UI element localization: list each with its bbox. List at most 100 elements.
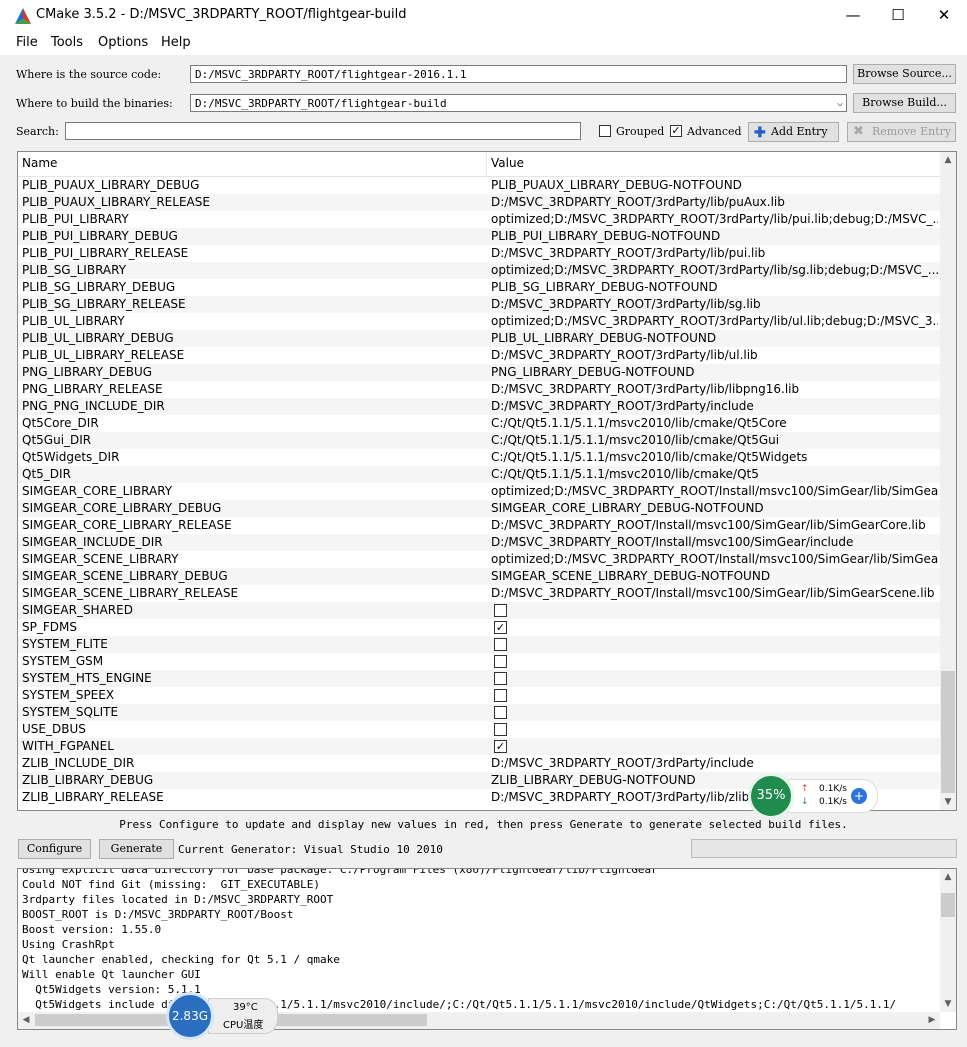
table-row[interactable]: ZLIB_INCLUDE_DIR D:/MSVC_3RDPARTY_ROOT/3r… <box>18 755 940 772</box>
table-row[interactable]: WITH_FGPANEL ✓ <box>18 738 940 755</box>
log-scroll-right-icon[interactable]: ▶ <box>924 1012 940 1028</box>
table-row[interactable]: SIMGEAR_SHARED <box>18 602 940 619</box>
cpu-widget[interactable]: 39°C CPU温度 2.83G <box>166 992 278 1040</box>
cell-value[interactable]: SIMGEAR_SCENE_LIBRARY_DEBUG-NOTFOUND <box>491 569 938 583</box>
table-row[interactable]: PLIB_PUI_LIBRARY optimized;D:/MSVC_3RDPAR… <box>18 211 940 228</box>
table-row[interactable]: PLIB_UL_LIBRARY optimized;D:/MSVC_3RDPART… <box>18 313 940 330</box>
table-row[interactable]: PLIB_PUAUX_LIBRARY_DEBUG PLIB_PUAUX_LIBRA… <box>18 177 940 194</box>
cell-value[interactable]: PLIB_SG_LIBRARY_DEBUG-NOTFOUND <box>491 280 938 294</box>
add-entry-button[interactable]: ✚ Add Entry <box>748 122 839 142</box>
cell-value[interactable]: optimized;D:/MSVC_3RDPARTY_ROOT/Install/… <box>491 552 938 566</box>
output-log[interactable]: Using explicit data directory for base p… <box>17 868 957 1030</box>
menu-tools[interactable]: Tools <box>51 35 83 50</box>
table-row[interactable]: SP_FDMS ✓ <box>18 619 940 636</box>
search-input[interactable] <box>65 122 581 140</box>
value-checkbox[interactable] <box>494 638 507 651</box>
menu-help[interactable]: Help <box>161 35 191 50</box>
build-path-combobox[interactable]: D:/MSVC_3RDPARTY_ROOT/flightgear-build ⌵ <box>190 94 847 112</box>
close-button[interactable]: ✕ <box>921 0 967 31</box>
generate-button[interactable]: Generate <box>99 839 174 859</box>
cell-value[interactable]: D:/MSVC_3RDPARTY_ROOT/Install/msvc100/Si… <box>491 535 938 549</box>
advanced-checkbox[interactable]: ✓ <box>670 125 682 137</box>
table-row[interactable]: SIMGEAR_CORE_LIBRARY_DEBUG SIMGEAR_CORE_L… <box>18 500 940 517</box>
value-checkbox[interactable] <box>494 689 507 702</box>
table-row[interactable]: PNG_PNG_INCLUDE_DIR D:/MSVC_3RDPARTY_ROOT… <box>18 398 940 415</box>
cell-value[interactable]: C:/Qt/Qt5.1.1/5.1.1/msvc2010/lib/cmake/Q… <box>491 433 938 447</box>
log-vertical-scrollbar[interactable]: ▲ ▼ <box>940 869 956 1012</box>
table-row[interactable]: SYSTEM_FLITE <box>18 636 940 653</box>
cell-value[interactable]: SIMGEAR_CORE_LIBRARY_DEBUG-NOTFOUND <box>491 501 938 515</box>
cell-value[interactable]: PNG_LIBRARY_DEBUG-NOTFOUND <box>491 365 938 379</box>
table-row[interactable]: SIMGEAR_SCENE_LIBRARY_DEBUG SIMGEAR_SCENE… <box>18 568 940 585</box>
browse-source-button[interactable]: Browse Source... <box>853 64 956 84</box>
cell-value[interactable]: optimized;D:/MSVC_3RDPARTY_ROOT/3rdParty… <box>491 314 938 328</box>
grouped-checkbox[interactable] <box>599 125 611 137</box>
cell-value[interactable]: PLIB_UL_LIBRARY_DEBUG-NOTFOUND <box>491 331 938 345</box>
table-row[interactable]: PLIB_PUI_LIBRARY_RELEASE D:/MSVC_3RDPARTY… <box>18 245 940 262</box>
table-row[interactable]: SYSTEM_SPEEX <box>18 687 940 704</box>
table-row[interactable]: PLIB_UL_LIBRARY_DEBUG PLIB_UL_LIBRARY_DEB… <box>18 330 940 347</box>
remove-entry-button[interactable]: ✖ Remove Entry <box>847 122 956 142</box>
table-row[interactable]: SYSTEM_SQLITE <box>18 704 940 721</box>
cell-value[interactable]: D:/MSVC_3RDPARTY_ROOT/3rdParty/lib/ul.li… <box>491 348 938 362</box>
table-row[interactable]: Qt5Gui_DIR C:/Qt/Qt5.1.1/5.1.1/msvc2010/l… <box>18 432 940 449</box>
cell-value[interactable]: optimized;D:/MSVC_3RDPARTY_ROOT/Install/… <box>491 484 938 498</box>
log-scroll-down-icon[interactable]: ▼ <box>940 996 956 1012</box>
scroll-down-icon[interactable]: ▼ <box>940 794 956 810</box>
cpu-frequency-circle[interactable]: 2.83G <box>166 992 214 1040</box>
table-row[interactable]: SYSTEM_HTS_ENGINE <box>18 670 940 687</box>
cell-value[interactable]: D:/MSVC_3RDPARTY_ROOT/Install/msvc100/Si… <box>491 586 938 600</box>
table-row[interactable]: PLIB_SG_LIBRARY_DEBUG PLIB_SG_LIBRARY_DEB… <box>18 279 940 296</box>
cell-value[interactable]: D:/MSVC_3RDPARTY_ROOT/3rdParty/lib/libpn… <box>491 382 938 396</box>
table-row[interactable]: SIMGEAR_INCLUDE_DIR D:/MSVC_3RDPARTY_ROOT… <box>18 534 940 551</box>
value-checkbox[interactable] <box>494 655 507 668</box>
table-vertical-scrollbar[interactable]: ▲ ▼ <box>940 152 956 810</box>
scroll-up-icon[interactable]: ▲ <box>940 152 956 168</box>
cell-value[interactable]: PLIB_PUAUX_LIBRARY_DEBUG-NOTFOUND <box>491 178 938 192</box>
cell-value[interactable]: D:/MSVC_3RDPARTY_ROOT/3rdParty/lib/puAux… <box>491 195 938 209</box>
minimize-button[interactable]: — <box>830 0 876 31</box>
table-row[interactable]: Qt5Core_DIR C:/Qt/Qt5.1.1/5.1.1/msvc2010/… <box>18 415 940 432</box>
source-path-input[interactable]: D:/MSVC_3RDPARTY_ROOT/flightgear-2016.1.… <box>190 65 847 83</box>
log-scrollbar-thumb[interactable] <box>941 893 955 917</box>
cell-value[interactable]: optimized;D:/MSVC_3RDPARTY_ROOT/3rdParty… <box>491 263 938 277</box>
table-row[interactable]: PLIB_PUAUX_LIBRARY_RELEASE D:/MSVC_3RDPAR… <box>18 194 940 211</box>
chevron-down-icon[interactable]: ⌵ <box>837 95 843 113</box>
menu-file[interactable]: File <box>16 35 38 50</box>
cell-value[interactable]: optimized;D:/MSVC_3RDPARTY_ROOT/3rdParty… <box>491 212 938 226</box>
browse-build-button[interactable]: Browse Build... <box>853 93 956 113</box>
column-header-value[interactable]: Value <box>491 156 524 170</box>
memory-usage-circle[interactable]: 35% <box>748 773 794 819</box>
table-row[interactable]: PNG_LIBRARY_DEBUG PNG_LIBRARY_DEBUG-NOTFO… <box>18 364 940 381</box>
value-checkbox[interactable]: ✓ <box>494 740 507 753</box>
cell-value[interactable]: D:/MSVC_3RDPARTY_ROOT/3rdParty/lib/pui.l… <box>491 246 938 260</box>
value-checkbox[interactable] <box>494 706 507 719</box>
table-row[interactable]: Qt5_DIR C:/Qt/Qt5.1.1/5.1.1/msvc2010/lib/… <box>18 466 940 483</box>
column-header-name[interactable]: Name <box>22 156 57 170</box>
value-checkbox[interactable] <box>494 672 507 685</box>
cell-value[interactable]: D:/MSVC_3RDPARTY_ROOT/3rdParty/include <box>491 756 938 770</box>
table-row[interactable]: SIMGEAR_SCENE_LIBRARY_RELEASE D:/MSVC_3RD… <box>18 585 940 602</box>
table-row[interactable]: SYSTEM_GSM <box>18 653 940 670</box>
value-checkbox[interactable] <box>494 723 507 736</box>
table-row[interactable]: Qt5Widgets_DIR C:/Qt/Qt5.1.1/5.1.1/msvc20… <box>18 449 940 466</box>
scrollbar-thumb[interactable] <box>941 671 955 793</box>
network-speed-widget[interactable]: ↑ 0.1K/s ↓ 0.1K/s + 35% <box>748 773 878 819</box>
menu-options[interactable]: Options <box>98 35 148 50</box>
table-row[interactable]: PLIB_SG_LIBRARY optimized;D:/MSVC_3RDPART… <box>18 262 940 279</box>
cell-value[interactable]: D:/MSVC_3RDPARTY_ROOT/Install/msvc100/Si… <box>491 518 938 532</box>
configure-button[interactable]: Configure <box>18 839 91 859</box>
table-row[interactable]: USE_DBUS <box>18 721 940 738</box>
value-checkbox[interactable]: ✓ <box>494 621 507 634</box>
table-row[interactable]: PLIB_SG_LIBRARY_RELEASE D:/MSVC_3RDPARTY_… <box>18 296 940 313</box>
boost-plus-icon[interactable]: + <box>851 788 867 804</box>
cell-value[interactable]: C:/Qt/Qt5.1.1/5.1.1/msvc2010/lib/cmake/Q… <box>491 450 938 464</box>
table-row[interactable]: PLIB_PUI_LIBRARY_DEBUG PLIB_PUI_LIBRARY_D… <box>18 228 940 245</box>
log-horizontal-scrollbar[interactable]: ◀ ▶ <box>18 1012 940 1029</box>
cell-value[interactable]: PLIB_PUI_LIBRARY_DEBUG-NOTFOUND <box>491 229 938 243</box>
cell-value[interactable]: C:/Qt/Qt5.1.1/5.1.1/msvc2010/lib/cmake/Q… <box>491 416 938 430</box>
cell-value[interactable]: C:/Qt/Qt5.1.1/5.1.1/msvc2010/lib/cmake/Q… <box>491 467 938 481</box>
table-row[interactable]: PNG_LIBRARY_RELEASE D:/MSVC_3RDPARTY_ROOT… <box>18 381 940 398</box>
table-row[interactable]: SIMGEAR_CORE_LIBRARY_RELEASE D:/MSVC_3RDP… <box>18 517 940 534</box>
value-checkbox[interactable] <box>494 604 507 617</box>
